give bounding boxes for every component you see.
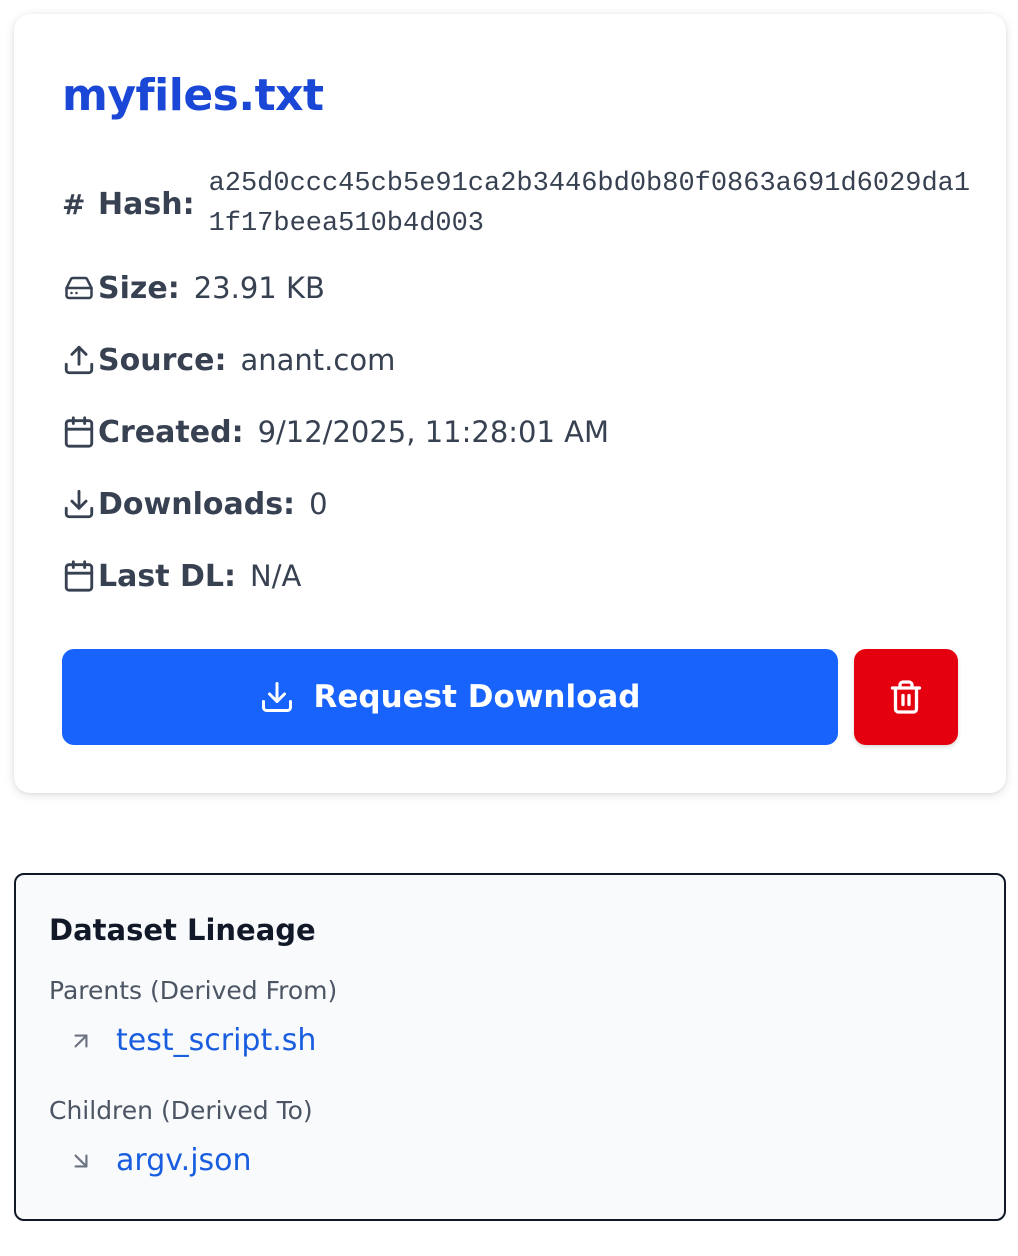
file-name-title: myfiles.txt	[62, 70, 324, 121]
arrow-up-right-icon	[68, 1028, 116, 1054]
downloads-value: 0	[309, 487, 328, 521]
last-dl-label: Last DL:	[98, 558, 237, 594]
size-label: Size:	[98, 270, 180, 306]
request-download-label: Request Download	[313, 679, 641, 715]
file-details-card: myfiles.txt # Hash: a25d0ccc45cb5e91ca2b…	[14, 14, 1006, 793]
parent-item: test_script.sh	[68, 1023, 316, 1058]
hash-value[interactable]: a25d0ccc45cb5e91ca2b3446bd0b80f0863a691d…	[209, 164, 979, 244]
downloads-row: Downloads: 0	[62, 486, 328, 522]
parent-link[interactable]: test_script.sh	[116, 1023, 316, 1058]
downloads-label: Downloads:	[98, 486, 296, 522]
arrow-down-right-icon	[68, 1148, 116, 1174]
upload-icon	[62, 342, 98, 378]
download-icon	[62, 486, 98, 522]
source-value: anant.com	[240, 343, 396, 377]
dataset-lineage-panel: Dataset Lineage Parents (Derived From) t…	[14, 873, 1006, 1221]
calendar-icon	[62, 414, 98, 450]
source-label: Source:	[98, 342, 227, 378]
child-item: argv.json	[68, 1143, 252, 1178]
calendar-icon	[62, 558, 98, 594]
hash-label: Hash:	[98, 186, 195, 222]
hash-icon: #	[62, 187, 86, 221]
hash-row: # Hash: a25d0ccc45cb5e91ca2b3446bd0b80f0…	[62, 164, 979, 244]
download-icon	[262, 682, 293, 712]
children-heading: Children (Derived To)	[49, 1096, 313, 1125]
delete-button[interactable]	[854, 649, 958, 745]
last-dl-value: N/A	[250, 559, 302, 593]
trash-icon	[890, 680, 922, 714]
created-value: 9/12/2025, 11:28:01 AM	[257, 415, 610, 449]
last-dl-row: Last DL: N/A	[62, 558, 301, 594]
child-link[interactable]: argv.json	[116, 1143, 252, 1178]
parents-heading: Parents (Derived From)	[49, 976, 338, 1005]
size-row: Size: 23.91 KB	[62, 270, 325, 306]
created-row: Created: 9/12/2025, 11:28:01 AM	[62, 414, 609, 450]
request-download-button[interactable]: Request Download	[62, 649, 838, 745]
size-value: 23.91 KB	[193, 271, 325, 305]
created-label: Created:	[98, 414, 244, 450]
lineage-title: Dataset Lineage	[49, 913, 316, 947]
source-row: Source: anant.com	[62, 342, 395, 378]
hard-drive-icon	[62, 270, 98, 306]
